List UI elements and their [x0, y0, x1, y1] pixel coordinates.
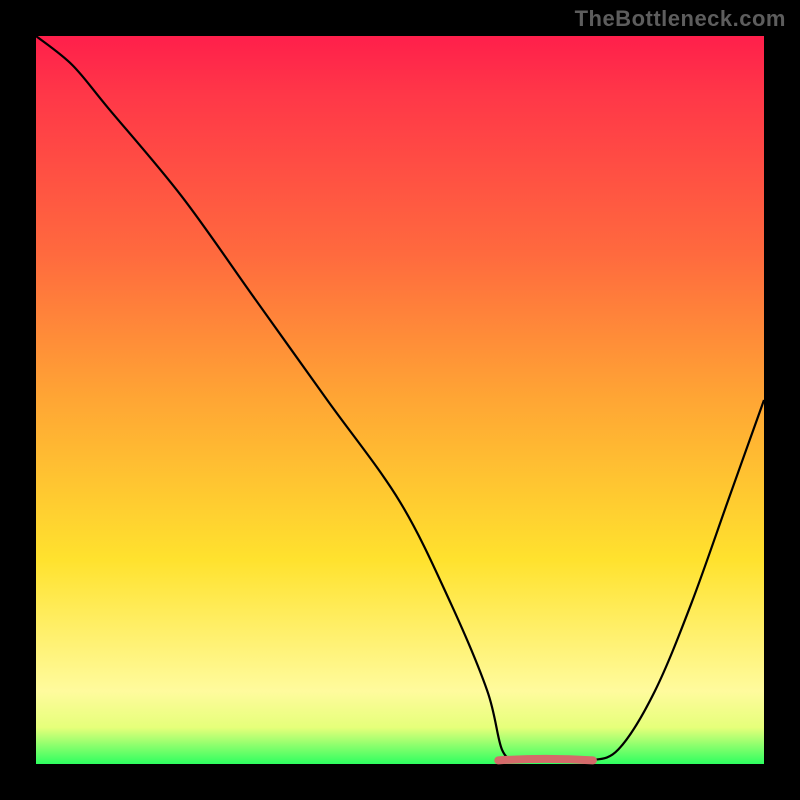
bottleneck-curve — [36, 36, 764, 761]
watermark-text: TheBottleneck.com — [575, 6, 786, 32]
curve-layer — [36, 36, 764, 764]
optimal-zone-marker — [498, 759, 593, 761]
chart-frame: TheBottleneck.com — [0, 0, 800, 800]
plot-area — [36, 36, 764, 764]
